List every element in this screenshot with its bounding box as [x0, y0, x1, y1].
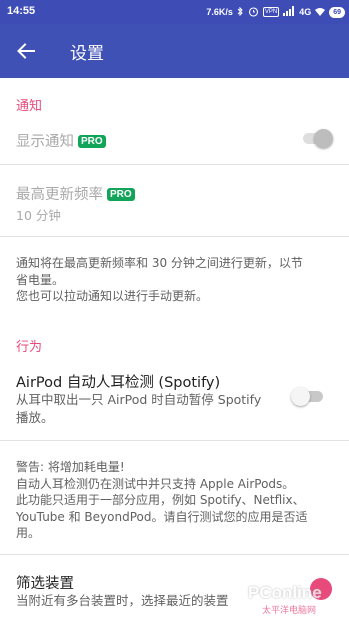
- app-bar: 设置: [0, 24, 349, 78]
- pro-badge: PRO: [78, 135, 106, 148]
- filter-devices-description: 当附近有多台装置时，选择最近的装置: [16, 593, 229, 608]
- status-bar: 14:55 7.6K/s VPN 4G 69: [0, 0, 349, 24]
- airpod-ear-detect-switch[interactable]: [291, 387, 325, 406]
- filter-devices-label: 筛选装置: [16, 576, 74, 592]
- vpn-icon: VPN: [262, 7, 280, 17]
- warning-line: 警告: 将增加耗电量!: [16, 460, 125, 474]
- divider: [0, 164, 349, 165]
- note-line: 省电量。: [16, 272, 65, 287]
- signal-icon: [283, 6, 295, 18]
- alarm-icon: [248, 6, 259, 19]
- pro-badge: PRO: [107, 188, 135, 201]
- battery-indicator: 69: [329, 6, 345, 18]
- show-notification-label: 显示通知 PRO: [16, 130, 106, 151]
- note-line: 您也可以拉动通知以进行手动更新。: [16, 289, 209, 303]
- warning-line: 自动人耳检测仍在测试中并只支持 Apple AirPods。: [16, 476, 295, 491]
- airpod-ear-detect-label: AirPod 自动人耳检测 (Spotify): [16, 375, 221, 391]
- status-time: 14:55: [7, 5, 36, 17]
- watermark-sub: 太平洋电脑网: [262, 606, 317, 616]
- warning-line: 此功能只适用于一部分应用，例如 Spotify、Netflix、: [16, 493, 305, 507]
- max-frequency-value: 10 分钟: [16, 208, 61, 223]
- note-line: 通知将在最高更新频率和 30 分钟之间进行更新，以节: [16, 256, 303, 270]
- airpod-ear-detect-description: 从耳中取出一只 AirPod 时自动暂停 Spotify 播放。: [16, 392, 262, 425]
- warning-line: 用。: [16, 526, 41, 540]
- net-speed: 7.6K/s: [206, 7, 233, 17]
- bluetooth-icon: [237, 6, 244, 19]
- max-frequency-label: 最高更新频率 PRO: [16, 183, 135, 204]
- section-header-notifications: 通知: [16, 99, 43, 114]
- watermark-brand: PConline: [248, 583, 322, 602]
- warning-note: 警告: 将增加耗电量! 自动人耳检测仍在测试中并只支持 Apple AirPod…: [16, 459, 338, 542]
- notification-note: 通知将在最高更新频率和 30 分钟之间进行更新，以节 省电量。 您也可以拉动通知…: [16, 255, 338, 305]
- page-title: 设置: [70, 44, 104, 64]
- network-type: 4G: [299, 7, 312, 17]
- status-icons: 7.6K/s VPN 4G 69: [206, 4, 345, 20]
- back-button[interactable]: [10, 35, 42, 67]
- divider: [0, 554, 349, 555]
- arrow-left-icon: [17, 43, 35, 59]
- warning-line: YouTube 和 BeyondPod。请自行测试您的应用是否适: [16, 509, 308, 524]
- wifi-icon: [315, 7, 326, 18]
- divider: [0, 440, 349, 441]
- section-header-behavior: 行为: [16, 340, 43, 355]
- divider: [0, 236, 349, 237]
- watermark-logo: PConline 太平洋电脑网: [240, 583, 340, 616]
- show-notification-switch[interactable]: [303, 129, 333, 148]
